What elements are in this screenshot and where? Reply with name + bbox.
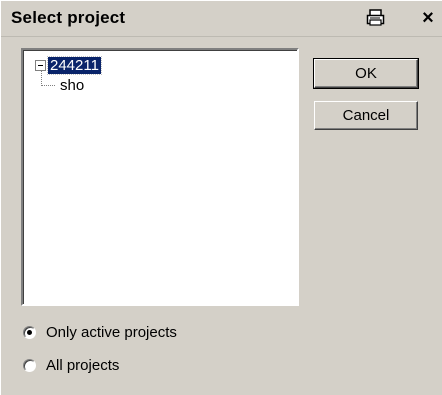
- title-bar: Select project ×: [1, 1, 442, 37]
- tree-node-label[interactable]: 244211: [47, 56, 102, 75]
- radio-label[interactable]: All projects: [46, 357, 119, 374]
- radio-button[interactable]: [23, 359, 36, 372]
- minus-expander-icon[interactable]: [35, 60, 46, 71]
- tree-connector-line: [41, 85, 55, 86]
- select-project-dialog: Select project × 244211 sho OK Cancel On…: [0, 0, 442, 395]
- dialog-title: Select project: [11, 8, 126, 27]
- tree-node-child[interactable]: sho: [60, 77, 84, 94]
- tree-node-label[interactable]: sho: [60, 77, 84, 94]
- cancel-button[interactable]: Cancel: [314, 101, 418, 130]
- close-icon[interactable]: ×: [415, 7, 441, 29]
- printer-icon[interactable]: [363, 7, 389, 29]
- ok-button[interactable]: OK: [313, 58, 419, 89]
- tree-connector-line: [41, 71, 42, 86]
- radio-label[interactable]: Only active projects: [46, 324, 177, 341]
- tree-node-root[interactable]: 244211: [35, 56, 102, 75]
- radio-all-projects[interactable]: All projects: [23, 357, 119, 374]
- radio-only-active-projects[interactable]: Only active projects: [23, 324, 177, 341]
- radio-button-selected[interactable]: [23, 326, 36, 339]
- project-tree[interactable]: 244211 sho: [21, 48, 299, 306]
